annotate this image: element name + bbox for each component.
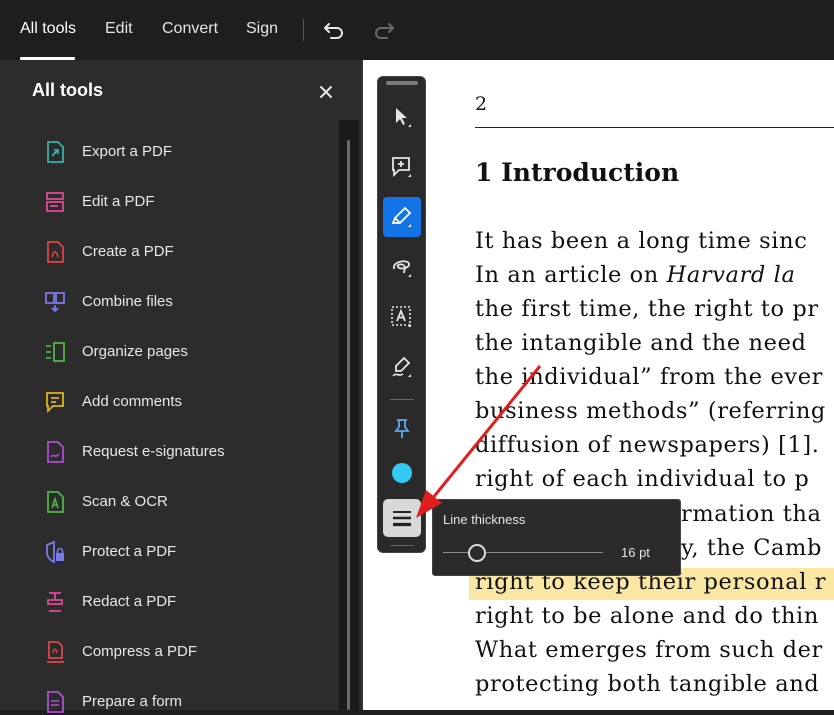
edit-pdf-icon <box>46 192 64 212</box>
add-comment-icon <box>392 157 411 178</box>
toolbar-drag-handle[interactable] <box>386 81 418 85</box>
toolbar-separator <box>390 545 414 546</box>
thickness-slider-handle[interactable] <box>468 544 486 562</box>
body-line: the first time, the right to pr <box>475 296 819 322</box>
tool-compress-pdf[interactable]: Compress a PDF <box>44 639 324 665</box>
body-line: right of each individual to p <box>475 466 810 492</box>
toolbar-separator <box>390 399 414 400</box>
panel-title: All tools <box>32 80 103 100</box>
line-thickness-button[interactable] <box>383 499 421 537</box>
body-line-partial: rmation tha <box>681 501 822 527</box>
color-swatch[interactable] <box>392 463 412 483</box>
thickness-value: 16 pt <box>621 545 650 560</box>
tool-protect-pdf[interactable]: Protect a PDF <box>44 539 324 565</box>
redo-icon[interactable] <box>372 20 396 40</box>
tool-organize-pages[interactable]: Organize pages <box>44 339 324 365</box>
header-rule <box>475 127 834 128</box>
toolbar-divider <box>303 19 304 41</box>
text-box-tool-button[interactable] <box>383 297 421 337</box>
body-line-partial: y, the Camb <box>681 535 822 561</box>
all-tools-panel: All tools Export a PDF Edit a PDF Create… <box>0 60 363 713</box>
highlight-icon <box>391 206 412 227</box>
page-number: 2 <box>475 93 488 115</box>
tool-create-pdf[interactable]: Create a PDF <box>44 239 324 265</box>
menu-lines-icon <box>393 511 411 527</box>
tab-edit[interactable]: Edit <box>105 20 133 38</box>
body-line-italic: In an article on Harvard la <box>475 262 796 288</box>
tool-combine-files[interactable]: Combine files <box>44 289 324 315</box>
tool-prepare-form[interactable]: Prepare a form <box>44 689 324 715</box>
annotation-toolbar <box>377 76 426 553</box>
pin-icon <box>394 419 410 438</box>
add-comments-icon <box>46 392 64 414</box>
create-pdf-icon <box>47 241 64 263</box>
compress-pdf-icon <box>47 641 64 663</box>
organize-pages-icon <box>46 342 65 362</box>
pin-tool-button[interactable] <box>383 409 421 449</box>
request-esignature-icon <box>47 441 64 463</box>
body-line: diffusion of newspapers) [1]. <box>475 432 820 458</box>
thickness-slider-track[interactable] <box>443 552 603 553</box>
tool-request-esignatures[interactable]: Request e-signatures <box>44 439 324 465</box>
line-thickness-popover: Line thickness 16 pt <box>432 499 681 576</box>
body-line: What emerges from such der <box>475 637 823 663</box>
tool-edit-pdf[interactable]: Edit a PDF <box>44 189 324 215</box>
tool-add-comments[interactable]: Add comments <box>44 389 324 415</box>
draw-icon <box>393 260 411 277</box>
redact-pdf-icon <box>47 592 63 612</box>
select-icon <box>396 108 411 127</box>
add-comment-tool-button[interactable] <box>383 147 421 187</box>
export-pdf-icon <box>47 141 64 163</box>
tab-convert[interactable]: Convert <box>162 20 218 38</box>
panel-scrollbar-thumb[interactable] <box>347 140 350 710</box>
draw-tool-button[interactable] <box>383 247 421 287</box>
highlight-tool-button[interactable] <box>383 197 421 237</box>
sign-tool-button[interactable] <box>383 347 421 387</box>
section-heading: 1 Introduction <box>475 158 680 187</box>
tab-all-tools[interactable]: All tools <box>20 20 76 38</box>
popover-title: Line thickness <box>443 512 526 527</box>
tool-redact-pdf[interactable]: Redact a PDF <box>44 589 324 615</box>
body-line: business methods” (referring <box>475 398 826 424</box>
undo-icon[interactable] <box>322 20 346 40</box>
body-line: protecting both tangible and <box>475 671 820 697</box>
body-line: It has been a long time sinc <box>475 228 808 254</box>
body-line: the intangible and the need <box>475 330 807 356</box>
prepare-form-icon <box>47 691 64 713</box>
body-line: right to be alone and do thin <box>475 603 819 629</box>
tool-scan-ocr[interactable]: Scan & OCR <box>44 489 324 515</box>
document-page[interactable]: 2 1 Introduction It has been a long time… <box>363 60 834 710</box>
text-select-icon <box>391 306 411 327</box>
tab-sign[interactable]: Sign <box>246 20 278 38</box>
combine-files-icon <box>45 292 65 313</box>
protect-pdf-icon <box>46 540 64 564</box>
body-line: the individual” from the ever <box>475 364 823 390</box>
select-tool-button[interactable] <box>383 97 421 137</box>
scan-ocr-icon <box>47 491 64 513</box>
tool-export-pdf[interactable]: Export a PDF <box>44 139 324 165</box>
sign-icon <box>392 356 411 377</box>
close-icon[interactable] <box>318 84 334 100</box>
top-bar: All tools Edit Convert Sign <box>0 0 834 60</box>
